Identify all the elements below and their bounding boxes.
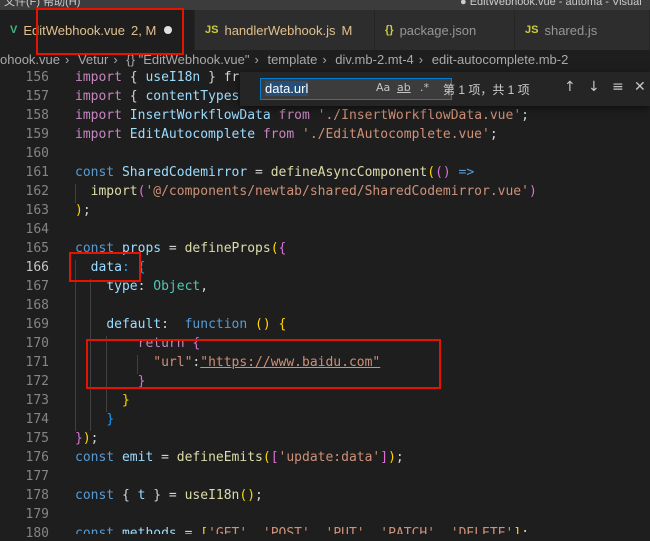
code-line-159: import EditAutocomplete from './EditAuto… [75, 127, 498, 142]
chevron-right-icon: › [322, 52, 327, 67]
line-number: 162 [25, 184, 49, 199]
tab-label: handlerWebhook.js [224, 22, 336, 38]
code-line-169: default: function () { [106, 317, 287, 332]
code-line-161: const SharedCodemirror = defineAsyncComp… [75, 165, 475, 180]
breadcrumb-item[interactable]: edit-autocomplete.mb-2 [432, 52, 569, 67]
code-line-156: import { useI18n } fr [75, 70, 240, 85]
line-number: 156 [25, 70, 49, 85]
annotation-box [86, 339, 441, 389]
tab-package-json[interactable]: {} package.json [375, 10, 515, 50]
line-number: 174 [25, 412, 49, 427]
menu-bar[interactable]: 文件(F) 帮助(H) [4, 0, 80, 8]
line-number-gutter: 156 157 158 159 160 161 162 163 164 165 … [0, 70, 52, 541]
code-line-157: import { contentTypes [75, 89, 240, 104]
line-number: 164 [25, 222, 49, 237]
line-number: 166 [25, 260, 49, 275]
line-number: 159 [25, 127, 49, 142]
find-widget: data.url Aa ab .* 第 1 项，共 1 项 ↑ ↓ ≡ ✕ [240, 72, 650, 106]
code-line-162: import('@/components/newtab/shared/Share… [90, 184, 537, 199]
line-number: 172 [25, 374, 49, 389]
annotation-box [69, 252, 141, 282]
regex-icon[interactable]: .* [420, 81, 429, 94]
breadcrumb-item[interactable]: div.mb-2.mt-4 [335, 52, 414, 67]
line-number: 168 [25, 298, 49, 313]
tab-handlerwebhook[interactable]: JS handlerWebhook.js M [195, 10, 375, 50]
chevron-right-icon: › [418, 52, 424, 67]
annotation-box [36, 8, 184, 55]
tab-status: M [341, 22, 353, 38]
chevron-right-icon: › [254, 52, 259, 67]
line-number: 157 [25, 89, 49, 104]
line-number: 169 [25, 317, 49, 332]
code-line-180: const methods = ['GET', 'POST', 'PUT', '… [75, 526, 530, 534]
find-result-count: 第 1 项，共 1 项 [443, 83, 530, 97]
window-title: ● EditWebhook.vue - automa - Visual [460, 0, 642, 8]
next-match-icon[interactable]: ↓ [588, 79, 600, 95]
code-line-176: const emit = defineEmits(['update:data']… [75, 450, 404, 465]
code-line-178: const { t } = useI18n(); [75, 488, 263, 503]
line-number: 170 [25, 336, 49, 351]
line-number: 177 [25, 469, 49, 484]
line-number: 163 [25, 203, 49, 218]
line-number: 158 [25, 108, 49, 123]
js-file-icon: JS [525, 24, 539, 36]
line-number: 161 [25, 165, 49, 180]
tab-label: package.json [399, 22, 477, 38]
line-number: 176 [25, 450, 49, 465]
line-number: 179 [25, 507, 49, 522]
line-number: 178 [25, 488, 49, 503]
js-file-icon: JS [205, 24, 219, 36]
close-icon[interactable]: ✕ [634, 79, 646, 95]
line-number: 160 [25, 146, 49, 161]
previous-match-icon[interactable]: ↑ [564, 79, 576, 95]
line-number: 165 [25, 241, 49, 256]
code-line-174: } [106, 412, 115, 427]
code-line-163: ); [75, 203, 91, 218]
match-case-icon[interactable]: Aa [376, 81, 390, 94]
code-line-175: }); [75, 431, 99, 446]
line-number: 171 [25, 355, 49, 370]
find-query: data.url [265, 81, 309, 96]
whole-word-icon[interactable]: ab [397, 81, 411, 94]
breadcrumb-item[interactable]: template [267, 52, 317, 67]
line-number: 173 [25, 393, 49, 408]
line-number: 167 [25, 279, 49, 294]
tab-label: shared.js [544, 22, 598, 38]
line-number: 175 [25, 431, 49, 446]
vue-file-icon: V [10, 24, 18, 36]
json-file-icon: {} [385, 24, 394, 36]
code-editor[interactable]: import { useI18n } fr import { contentTy… [75, 70, 650, 534]
find-in-selection-icon[interactable]: ≡ [612, 79, 624, 95]
code-line-158: import InsertWorkflowData from './Insert… [75, 108, 529, 123]
code-line-173: } [121, 393, 130, 408]
tab-shared-js[interactable]: JS shared.js [515, 10, 650, 50]
